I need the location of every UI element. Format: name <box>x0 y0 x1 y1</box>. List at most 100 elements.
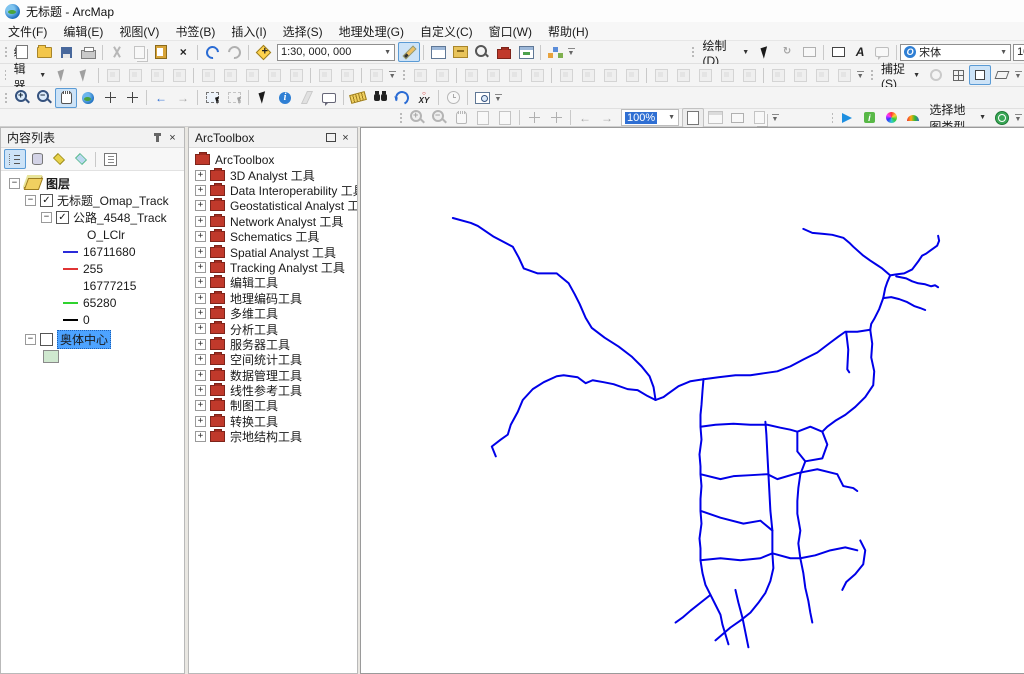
gps-track-polyline[interactable] <box>800 558 812 622</box>
line-symbol-swatch[interactable] <box>63 319 78 321</box>
line-symbol-swatch[interactable] <box>63 268 78 270</box>
collapse-icon[interactable]: − <box>9 178 20 189</box>
line-symbol-swatch[interactable] <box>63 251 78 253</box>
polygon-symbol-swatch[interactable] <box>43 350 59 363</box>
menu-item[interactable]: 书签(B) <box>167 22 223 41</box>
expand-icon[interactable]: + <box>195 370 206 381</box>
gps-track-polyline[interactable] <box>890 236 939 276</box>
gps-track-polyline[interactable] <box>803 229 890 275</box>
toc-node-layers[interactable]: − 图层 <box>1 175 184 192</box>
open-folder-button[interactable] <box>33 42 55 62</box>
menu-item[interactable]: 编辑(E) <box>55 22 111 41</box>
expand-icon[interactable]: + <box>195 293 206 304</box>
construct-tools-button[interactable] <box>146 65 168 85</box>
vertex-snap-button[interactable] <box>969 65 991 85</box>
catalog-window-button[interactable] <box>449 42 471 62</box>
rotate-element-button[interactable]: ↻ <box>776 42 798 62</box>
legend-item[interactable]: 0 <box>1 311 184 328</box>
collapse-icon[interactable]: − <box>41 212 52 223</box>
line-symbol-swatch[interactable] <box>63 302 78 304</box>
go-forward-button[interactable]: → <box>172 88 194 108</box>
gps-track-polyline[interactable] <box>797 461 805 558</box>
collapse-icon[interactable]: − <box>25 195 36 206</box>
hyperlink-button[interactable] <box>296 88 318 108</box>
toolbar-overflow-button[interactable]: ▼ <box>493 90 503 106</box>
add-data-dd-button[interactable] <box>252 42 274 62</box>
toolbar-overflow-button[interactable]: ▼ <box>770 110 780 126</box>
gps-track-polyline[interactable] <box>656 379 704 400</box>
full-extent-button[interactable] <box>77 88 99 108</box>
move-center-button[interactable] <box>241 65 263 85</box>
html-popup-button[interactable] <box>318 88 340 108</box>
expand-icon[interactable]: + <box>195 323 206 334</box>
menu-item[interactable]: 地理处理(G) <box>331 22 412 41</box>
python-window-button[interactable] <box>515 42 537 62</box>
legend-item[interactable]: 255 <box>1 260 184 277</box>
align-edge-button[interactable] <box>409 65 431 85</box>
find-route-button[interactable] <box>391 88 413 108</box>
close-arctoolbox-button[interactable]: × <box>338 131 353 145</box>
toolbox-node[interactable]: + 多维工具 <box>189 306 357 321</box>
rotate-cw-button[interactable] <box>767 65 789 85</box>
point-snap-button[interactable] <box>925 65 947 85</box>
expand-icon[interactable]: + <box>195 200 206 211</box>
toolbox-node[interactable]: + Tracking Analyst 工具 <box>189 260 357 275</box>
toolbox-node[interactable]: + 编辑工具 <box>189 275 357 290</box>
align-bottom-button[interactable] <box>621 65 643 85</box>
gps-track-polyline[interactable] <box>700 511 772 531</box>
data-driven-pages-button[interactable] <box>748 108 770 128</box>
sketch-properties-button[interactable] <box>336 65 358 85</box>
select-features-dd-button[interactable] <box>201 88 223 108</box>
go-to-xy-button[interactable]: XY <box>413 88 435 108</box>
snap-point-button[interactable] <box>168 65 190 85</box>
clear-selection-button[interactable] <box>223 88 245 108</box>
fixed-zoom-in-button[interactable] <box>99 88 121 108</box>
map-view[interactable] <box>360 127 1024 674</box>
expand-icon[interactable]: + <box>195 185 206 196</box>
line-symbol-swatch[interactable] <box>63 285 78 287</box>
end-snap-button[interactable] <box>947 65 969 85</box>
edit-annotation-button[interactable] <box>73 65 95 85</box>
toolbox-node[interactable]: + Schematics 工具 <box>189 229 357 244</box>
gps-track-polyline[interactable] <box>700 469 857 491</box>
menu-item[interactable]: 自定义(C) <box>412 22 481 41</box>
pan-page-button[interactable] <box>450 108 472 128</box>
match-symbols-button[interactable] <box>672 65 694 85</box>
symbol-info-button[interactable]: i <box>858 108 880 128</box>
list-by-drawing-order-button[interactable] <box>4 149 26 169</box>
save-button[interactable] <box>55 42 77 62</box>
toolbox-node[interactable]: + 地理编码工具 <box>189 291 357 306</box>
list-by-source-button[interactable] <box>26 149 48 169</box>
flip-vertical-button[interactable] <box>833 65 855 85</box>
zoom-in-button[interactable]: + <box>11 88 33 108</box>
zoom-100-percent-button[interactable] <box>494 108 516 128</box>
gps-track-polyline[interactable] <box>676 595 711 623</box>
close-toc-button[interactable]: × <box>165 131 180 145</box>
new-document-button[interactable] <box>11 42 33 62</box>
collapse-icon[interactable]: − <box>25 334 36 345</box>
attributes-window-button[interactable] <box>314 65 336 85</box>
toc-node-track-layer[interactable]: − ✓ 无标题_Omap_Track <box>1 192 184 209</box>
align-top-button[interactable] <box>599 65 621 85</box>
focus-data-frame-button[interactable] <box>726 108 748 128</box>
buffer-features-button[interactable] <box>526 65 548 85</box>
gps-track-polyline[interactable] <box>700 547 857 560</box>
gps-track-polyline[interactable] <box>735 590 748 647</box>
expand-icon[interactable]: + <box>195 385 206 396</box>
menu-item[interactable]: 文件(F) <box>0 22 55 41</box>
expand-icon[interactable]: + <box>195 339 206 350</box>
fixed-zoom-out-page-button[interactable] <box>545 108 567 128</box>
legend-item[interactable]: 16777215 <box>1 277 184 294</box>
gps-track-polyline[interactable] <box>870 275 890 329</box>
rainbow-symbol-button[interactable] <box>902 108 924 128</box>
toolbox-node[interactable]: + 线性参考工具 <box>189 383 357 398</box>
model-builder-button[interactable] <box>544 42 566 62</box>
layer-checkbox-checked[interactable]: ✓ <box>40 194 53 207</box>
zoom-whole-page-button[interactable] <box>472 108 494 128</box>
redo-button[interactable] <box>223 42 245 62</box>
legend-item[interactable]: 65280 <box>1 294 184 311</box>
toolbox-node[interactable]: + 服务器工具 <box>189 337 357 352</box>
toolbar-overflow-button[interactable]: ▼ <box>1013 67 1023 83</box>
toolbox-node[interactable]: + Spatial Analyst 工具 <box>189 244 357 259</box>
toolbar-grip[interactable] <box>3 45 8 59</box>
